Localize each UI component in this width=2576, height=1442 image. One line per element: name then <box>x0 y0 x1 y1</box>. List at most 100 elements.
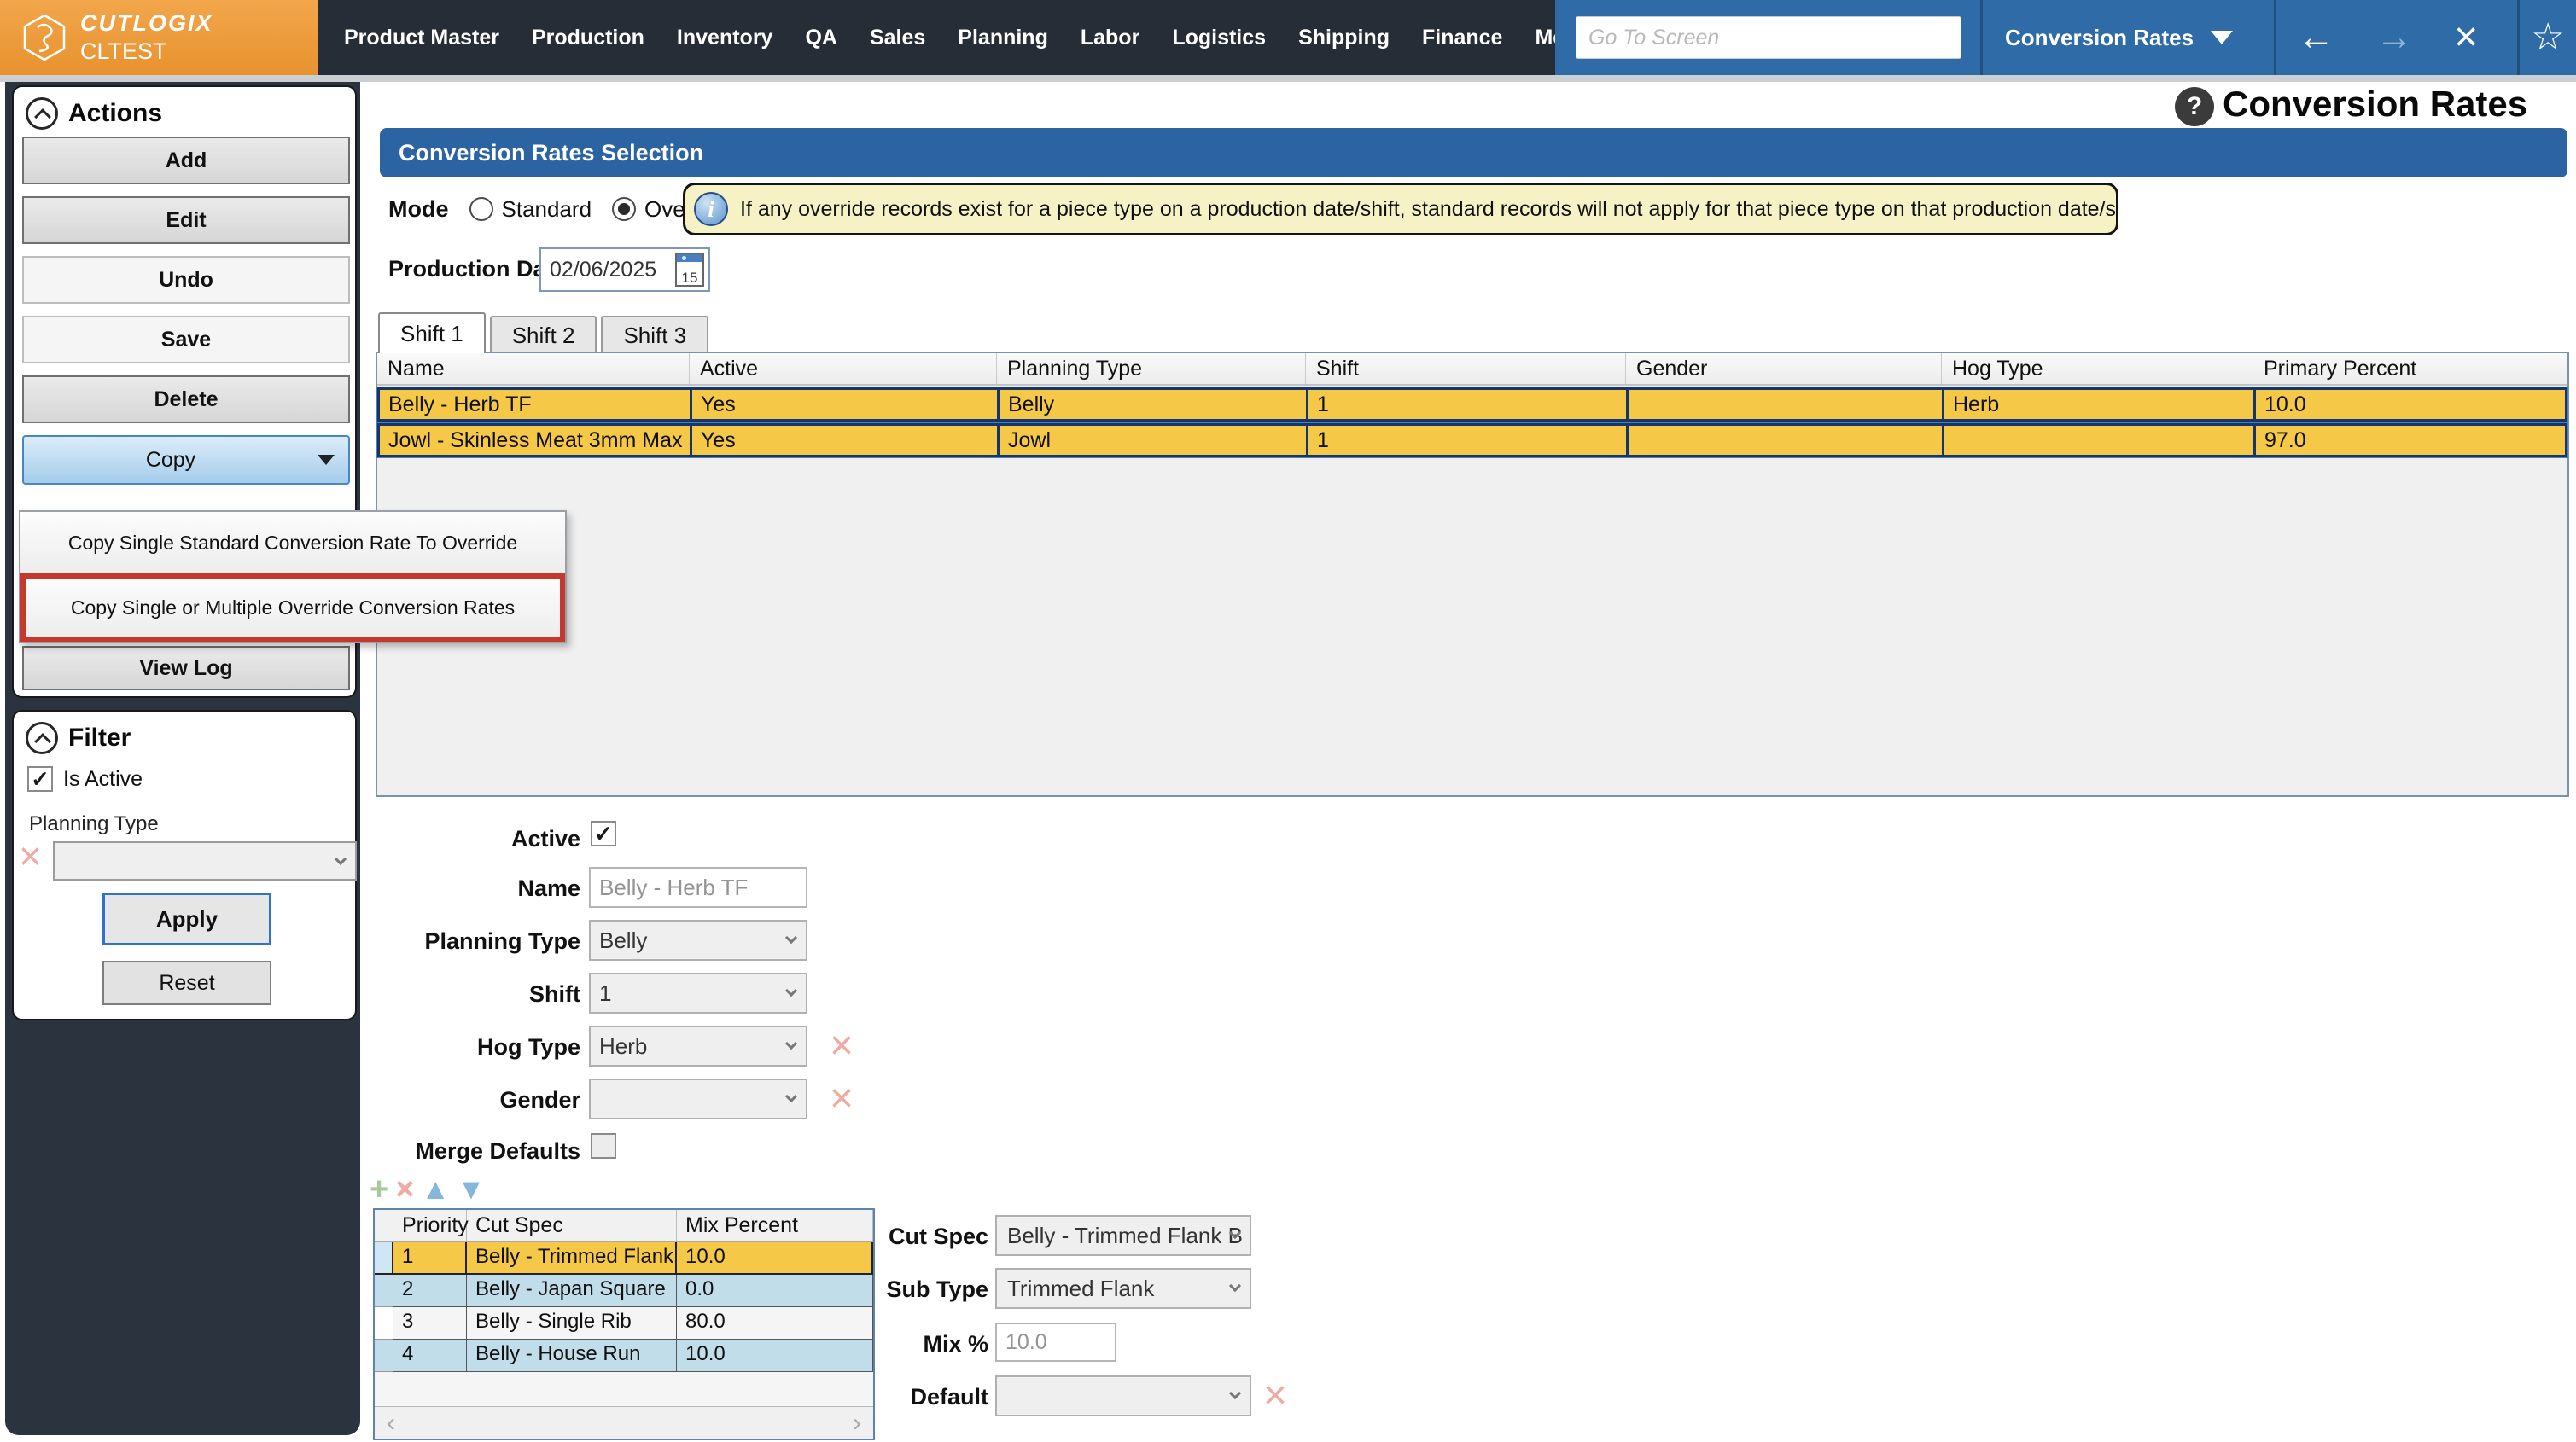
undo-button[interactable]: Undo <box>22 256 350 304</box>
column-header-primary-percent[interactable]: Primary Percent <box>2253 353 2567 384</box>
column-header-cut-spec[interactable]: Cut Spec <box>467 1210 677 1241</box>
default-select[interactable] <box>995 1375 1251 1416</box>
menu-logistics[interactable]: Logistics <box>1156 0 1282 75</box>
reset-button[interactable]: Reset <box>102 961 271 1005</box>
menu-planning[interactable]: Planning <box>941 0 1064 75</box>
cell-planning-type: Jowl <box>1000 426 1308 455</box>
cut-spec-select[interactable]: Belly - Trimmed Flank B <box>995 1215 1251 1256</box>
collapse-filter-icon[interactable] <box>26 722 58 754</box>
view-log-button[interactable]: View Log <box>22 646 350 690</box>
delete-row-icon[interactable]: × <box>395 1172 414 1207</box>
help-icon[interactable]: ? <box>2175 87 2214 126</box>
filter-panel-title: Filter <box>68 724 131 752</box>
row-selector[interactable] <box>375 1242 393 1275</box>
forward-icon[interactable]: → <box>2355 0 2433 75</box>
row-selector[interactable] <box>375 1275 393 1307</box>
go-to-screen-input[interactable] <box>1576 16 1961 59</box>
clear-default-icon[interactable]: × <box>1263 1375 1287 1416</box>
chevron-down-icon <box>318 455 335 465</box>
name-field[interactable]: Belly - Herb TF <box>589 867 807 908</box>
column-header-priority[interactable]: Priority <box>393 1210 469 1241</box>
section-header: Conversion Rates Selection <box>380 128 2567 177</box>
clear-planning-type-icon[interactable]: × <box>19 836 42 875</box>
screen-selector-dropdown[interactable]: Conversion Rates <box>1983 0 2255 75</box>
gender-select[interactable] <box>589 1079 807 1119</box>
move-down-icon[interactable]: ▼ <box>457 1172 486 1207</box>
shift-select[interactable]: 1 <box>589 973 807 1014</box>
move-up-icon[interactable]: ▲ <box>421 1172 450 1207</box>
chevron-down-icon <box>1228 1387 1242 1400</box>
column-header-shift[interactable]: Shift <box>1306 353 1626 384</box>
app-window: CUTLOGIX CLTEST Product Master Productio… <box>0 0 2576 1442</box>
calendar-icon[interactable]: 15 <box>675 253 704 287</box>
chevron-down-icon <box>784 984 798 997</box>
horizontal-scrollbar[interactable]: ‹ › <box>375 1406 873 1439</box>
mode-row: Mode Standard Override <box>388 183 730 235</box>
back-icon[interactable]: ← <box>2276 0 2355 75</box>
apply-button[interactable]: Apply <box>102 893 271 945</box>
save-button[interactable]: Save <box>22 316 350 363</box>
radio-standard[interactable] <box>469 197 493 221</box>
mode-label: Mode <box>388 195 449 222</box>
planning-type-select[interactable]: Belly <box>589 920 807 961</box>
row-selector[interactable] <box>375 1340 393 1372</box>
radio-override[interactable] <box>612 197 637 221</box>
favorite-star-icon[interactable]: ☆ <box>2520 0 2576 75</box>
close-icon[interactable]: × <box>2433 0 2498 75</box>
collapse-actions-icon[interactable] <box>26 97 58 130</box>
menu-production[interactable]: Production <box>516 0 661 75</box>
column-header-gender[interactable]: Gender <box>1626 353 1942 384</box>
active-checkbox[interactable]: ✓ <box>591 821 616 846</box>
column-header-active[interactable]: Active <box>690 353 997 384</box>
menu-qa[interactable]: QA <box>789 0 854 75</box>
table-row[interactable]: 1 Belly - Trimmed Flank 10.0 <box>375 1242 873 1275</box>
info-message-text: If any override records exist for a piec… <box>740 196 2116 221</box>
sub-type-select[interactable]: Trimmed Flank <box>995 1268 1251 1309</box>
menu-item-copy-standard-to-override[interactable]: Copy Single Standard Conversion Rate To … <box>20 512 565 573</box>
scroll-right-icon[interactable]: › <box>841 1409 873 1438</box>
cell-priority: 4 <box>393 1340 467 1372</box>
radio-standard-label: Standard <box>501 195 592 222</box>
table-row[interactable]: Jowl - Skinless Meat 3mm Max Sh Yes Jowl… <box>377 423 2567 457</box>
menu-shipping[interactable]: Shipping <box>1282 0 1406 75</box>
tab-shift-2[interactable]: Shift 2 <box>489 316 597 353</box>
table-row[interactable]: 3 Belly - Single Rib 80.0 <box>375 1307 873 1340</box>
tab-shift-1[interactable]: Shift 1 <box>378 312 486 353</box>
production-date-field[interactable]: 02/06/2025 15 <box>539 247 710 292</box>
mix-table-header: Priority Cut Spec Mix Percent <box>375 1210 873 1242</box>
merge-defaults-checkbox[interactable] <box>591 1133 616 1159</box>
column-header-planning-type[interactable]: Planning Type <box>997 353 1306 384</box>
menu-inventory[interactable]: Inventory <box>661 0 790 75</box>
copy-dropdown-button[interactable]: Copy <box>22 435 350 485</box>
menu-labor[interactable]: Labor <box>1064 0 1156 75</box>
menu-sales[interactable]: Sales <box>854 0 941 75</box>
is-active-label: Is Active <box>63 766 143 791</box>
cut-spec-field-label: Cut Spec <box>888 1224 988 1249</box>
scroll-left-icon[interactable]: ‹ <box>375 1409 407 1438</box>
hog-type-select[interactable]: Herb <box>589 1026 807 1067</box>
table-row[interactable]: 4 Belly - House Run 10.0 <box>375 1340 873 1372</box>
tab-shift-3[interactable]: Shift 3 <box>601 316 709 353</box>
table-row[interactable]: 2 Belly - Japan Square 0.0 <box>375 1275 873 1307</box>
is-active-checkbox[interactable]: ✓ <box>27 766 53 792</box>
column-header-hog-type[interactable]: Hog Type <box>1942 353 2253 384</box>
menu-finance[interactable]: Finance <box>1406 0 1518 75</box>
clear-gender-icon[interactable]: × <box>830 1079 854 1119</box>
gender-field-label: Gender <box>499 1087 580 1113</box>
actions-panel-title: Actions <box>68 99 163 127</box>
clear-hog-type-icon[interactable]: × <box>830 1026 854 1067</box>
planning-type-filter-select[interactable] <box>53 841 357 881</box>
column-header-name[interactable]: Name <box>377 353 690 384</box>
menu-item-copy-override-rates[interactable]: Copy Single or Multiple Override Convers… <box>20 573 565 642</box>
add-button[interactable]: Add <box>22 137 350 184</box>
cell-hog-type: Herb <box>1944 390 2256 419</box>
menu-product-master[interactable]: Product Master <box>328 0 516 75</box>
cell-primary-percent: 97.0 <box>2264 428 2306 452</box>
table-row[interactable]: Belly - Herb TF Yes Belly 1 Herb 10.0 <box>377 387 2567 422</box>
row-selector[interactable] <box>375 1307 393 1340</box>
top-navigation-bar: CUTLOGIX CLTEST Product Master Productio… <box>0 0 2576 75</box>
delete-button[interactable]: Delete <box>22 375 350 423</box>
add-row-icon[interactable]: + <box>370 1172 388 1207</box>
edit-button[interactable]: Edit <box>22 196 350 244</box>
mix-percent-field[interactable]: 10.0 <box>995 1323 1116 1362</box>
